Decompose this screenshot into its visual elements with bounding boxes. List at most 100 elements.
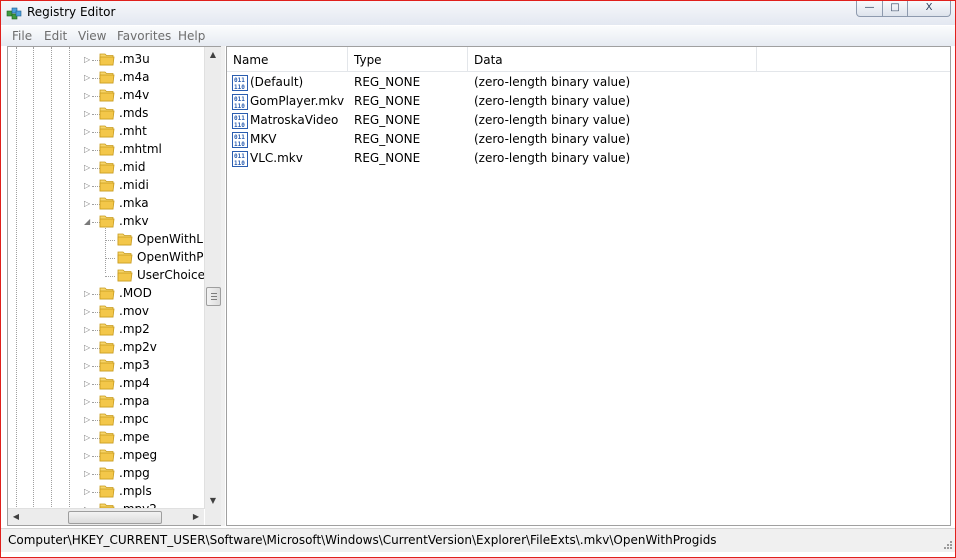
tree-item[interactable]: ▷ .m4a — [8, 69, 204, 87]
column-header-data[interactable]: Data — [468, 47, 757, 71]
value-name: MatroskaVideo — [250, 113, 339, 127]
tree-item[interactable]: ▷ .mpls — [8, 483, 204, 501]
tree-item[interactable]: ▷ .mds — [8, 105, 204, 123]
tree-item[interactable]: ▷ .mp4 — [8, 375, 204, 393]
menu-file[interactable]: File — [12, 29, 32, 43]
tree-item-label: .mht — [119, 124, 147, 138]
values-list-pane[interactable]: Name Type Data 011 110 (Default) REG_NONE (z… — [226, 46, 951, 526]
expand-arrow-icon[interactable]: ▷ — [84, 469, 92, 479]
svg-text:110: 110 — [234, 103, 245, 110]
value-row[interactable]: 011 110 VLC.mkv REG_NONE (zero-length binary… — [227, 149, 950, 168]
folder-icon — [99, 448, 115, 462]
tree-item-label: .m4a — [119, 70, 150, 84]
folder-icon — [99, 88, 115, 102]
tree-connector — [105, 258, 115, 259]
tree-item[interactable]: OpenWithLis — [8, 231, 204, 249]
expand-arrow-icon[interactable]: ▷ — [84, 109, 92, 119]
svg-text:011: 011 — [234, 115, 245, 122]
tree-horizontal-scrollbar[interactable]: ◀ ▶ — [8, 508, 204, 525]
tree-vertical-scrollbar[interactable]: ▲ ▼ — [204, 47, 221, 509]
expand-arrow-icon[interactable]: ▷ — [84, 307, 92, 317]
expand-arrow-icon[interactable]: ▷ — [84, 487, 92, 497]
scroll-down-icon[interactable]: ▼ — [205, 493, 221, 509]
tree-item[interactable]: ▷ .midi — [8, 177, 204, 195]
tree-item[interactable]: ▷ .m4v — [8, 87, 204, 105]
value-row[interactable]: 011 110 MatroskaVideo REG_NONE (zero-length … — [227, 111, 950, 130]
expand-arrow-icon[interactable]: ▷ — [84, 343, 92, 353]
value-data: (zero-length binary value) — [474, 75, 631, 89]
tree-item[interactable]: ▷ .mp3 — [8, 357, 204, 375]
expand-arrow-icon[interactable]: ▷ — [84, 451, 92, 461]
close-icon: X — [925, 2, 933, 13]
tree-item[interactable]: ▷ .MOD — [8, 285, 204, 303]
tree-item[interactable]: ◢ .mkv — [8, 213, 204, 231]
tree-item[interactable]: UserChoice — [8, 267, 204, 285]
tree-item[interactable]: ▷ .mpc — [8, 411, 204, 429]
value-row[interactable]: 011 110 GomPlayer.mkv REG_NONE (zero-length … — [227, 92, 950, 111]
maximize-button[interactable]: □ — [883, 1, 908, 17]
minimize-button[interactable]: — — [856, 1, 883, 17]
expand-arrow-icon[interactable]: ▷ — [84, 73, 92, 83]
expand-arrow-icon[interactable]: ▷ — [84, 145, 92, 155]
expand-arrow-icon[interactable]: ▷ — [84, 361, 92, 371]
svg-text:110: 110 — [234, 122, 245, 129]
value-row[interactable]: 011 110 (Default) REG_NONE (zero-length bina… — [227, 73, 950, 92]
column-header-name[interactable]: Name — [227, 47, 348, 71]
value-type: REG_NONE — [354, 113, 421, 127]
menu-edit[interactable]: Edit — [44, 29, 67, 43]
binary-value-icon: 011 110 — [232, 75, 248, 91]
folder-icon — [117, 232, 133, 246]
pane-splitter[interactable] — [221, 46, 225, 526]
tree-item[interactable]: ▷ .mpa — [8, 393, 204, 411]
expand-arrow-icon[interactable]: ▷ — [84, 199, 92, 209]
tree-item-label: .MOD — [119, 286, 152, 300]
expand-arrow-icon[interactable]: ▷ — [84, 91, 92, 101]
folder-icon — [99, 70, 115, 84]
menu-favorites[interactable]: Favorites — [117, 29, 171, 43]
value-type: REG_NONE — [354, 94, 421, 108]
close-button[interactable]: X — [908, 1, 951, 17]
value-type: REG_NONE — [354, 75, 421, 89]
expand-arrow-icon[interactable]: ▷ — [84, 325, 92, 335]
menu-view[interactable]: View — [78, 29, 106, 43]
expand-arrow-icon[interactable]: ▷ — [84, 379, 92, 389]
folder-icon — [99, 142, 115, 156]
key-tree-pane[interactable]: ▷ .m3u ▷ .m4a ▷ .m4v ▷ .mds ▷ .mht ▷ .mhtml ▷ .mid ▷ .m… — [7, 46, 222, 526]
tree-item-label: .mp2 — [119, 322, 150, 336]
expand-arrow-icon[interactable]: ▷ — [84, 181, 92, 191]
expand-arrow-icon[interactable]: ▷ — [84, 289, 92, 299]
tree-item[interactable]: ▷ .m3u — [8, 51, 204, 69]
caption-buttons: — □ X — [856, 1, 951, 17]
tree-item-label: .mds — [119, 106, 149, 120]
expand-arrow-icon[interactable]: ▷ — [84, 127, 92, 137]
tree-item[interactable]: ▷ .mpe — [8, 429, 204, 447]
tree-item[interactable]: ▷ .mid — [8, 159, 204, 177]
tree-item[interactable]: ▷ .mp2 — [8, 321, 204, 339]
value-name: MKV — [250, 132, 277, 146]
tree-item[interactable]: ▷ .mka — [8, 195, 204, 213]
tree-scroll-thumb[interactable] — [206, 287, 221, 306]
expand-arrow-icon[interactable]: ▷ — [84, 397, 92, 407]
tree-item[interactable]: ▷ .mp2v — [8, 339, 204, 357]
tree-item[interactable]: ▷ .mpg — [8, 465, 204, 483]
tree-item[interactable]: ▷ .mht — [8, 123, 204, 141]
scroll-left-icon[interactable]: ◀ — [8, 509, 24, 525]
size-grip-icon[interactable] — [941, 538, 953, 550]
column-header-type[interactable]: Type — [348, 47, 468, 71]
tree-item[interactable]: ▷ .mhtml — [8, 141, 204, 159]
tree-hscroll-thumb[interactable] — [68, 511, 162, 524]
title-bar[interactable]: Registry Editor — □ X — [1, 1, 955, 25]
collapse-arrow-icon[interactable]: ◢ — [84, 217, 92, 227]
value-data: (zero-length binary value) — [474, 113, 631, 127]
tree-item[interactable]: ▷ .mov — [8, 303, 204, 321]
expand-arrow-icon[interactable]: ▷ — [84, 163, 92, 173]
expand-arrow-icon[interactable]: ▷ — [84, 433, 92, 443]
scroll-up-icon[interactable]: ▲ — [205, 47, 221, 63]
scroll-right-icon[interactable]: ▶ — [188, 509, 204, 525]
value-row[interactable]: 011 110 MKV REG_NONE (zero-length binary val… — [227, 130, 950, 149]
expand-arrow-icon[interactable]: ▷ — [84, 415, 92, 425]
tree-item[interactable]: ▷ .mpeg — [8, 447, 204, 465]
tree-item[interactable]: OpenWithPr — [8, 249, 204, 267]
menu-help[interactable]: Help — [178, 29, 205, 43]
expand-arrow-icon[interactable]: ▷ — [84, 55, 92, 65]
